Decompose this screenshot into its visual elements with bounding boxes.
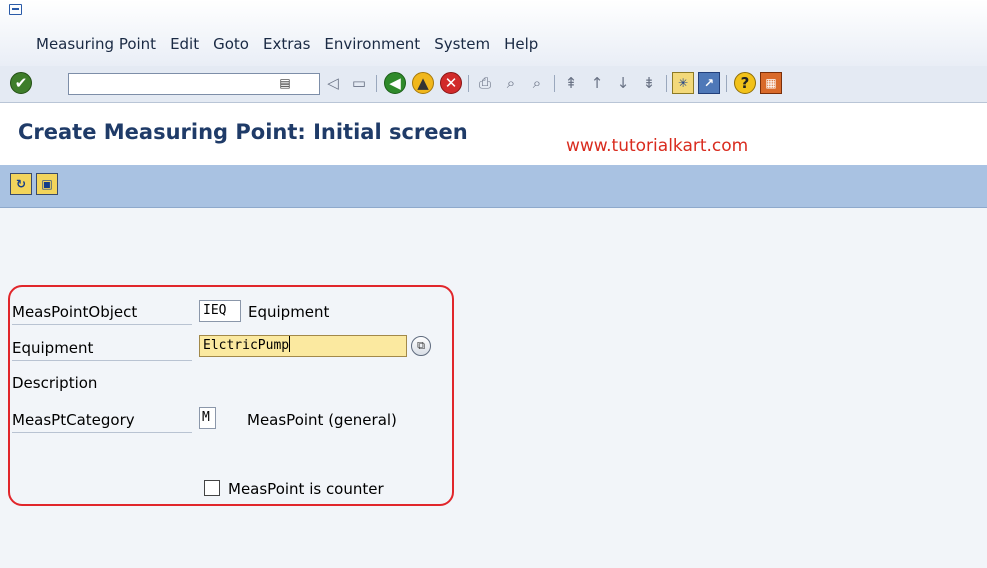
shortcut-icon[interactable]: ↗: [698, 72, 720, 94]
category-label: MeasPtCategory: [12, 408, 192, 433]
cancel-icon[interactable]: ✕: [440, 72, 462, 94]
save-icon[interactable]: ▭: [348, 72, 370, 94]
meas-point-object-field[interactable]: IEQ: [199, 300, 241, 322]
menu-goto[interactable]: Goto: [213, 35, 249, 57]
find-next-icon[interactable]: ⌕: [526, 72, 548, 94]
toolbar-separator: [468, 75, 469, 92]
category-text: MeasPoint (general): [247, 411, 397, 429]
menu-edit[interactable]: Edit: [170, 35, 199, 57]
help-icon[interactable]: ?: [734, 72, 756, 94]
counter-checkbox-label[interactable]: MeasPoint is counter: [228, 477, 384, 501]
first-page-icon[interactable]: ⇞: [560, 72, 582, 94]
menu-extras[interactable]: Extras: [263, 35, 310, 57]
command-history-icon[interactable]: ▤: [278, 75, 292, 91]
watermark: www.tutorialkart.com: [566, 136, 749, 156]
menu-measuring-point[interactable]: Measuring Point: [36, 35, 156, 57]
next-page-icon[interactable]: ↓: [612, 72, 634, 94]
equipment-field[interactable]: ElctricPump: [199, 335, 407, 357]
application-toolbar: ↻ ▣: [0, 165, 987, 208]
menu-help[interactable]: Help: [504, 35, 538, 57]
print-icon[interactable]: ⎙: [474, 72, 496, 94]
description-label: Description: [12, 374, 98, 392]
green-back-icon[interactable]: ◀: [384, 72, 406, 94]
toolbar-separator: [726, 75, 727, 92]
search-help-icon[interactable]: ⧉: [411, 336, 431, 356]
menu-bar: Measuring Point Edit Goto Extras Environ…: [36, 35, 538, 57]
toolbar-separator: [376, 75, 377, 92]
page-title: Create Measuring Point: Initial screen: [18, 120, 468, 144]
enter-icon[interactable]: ✔: [10, 72, 32, 94]
meas-point-object-text: Equipment: [248, 303, 330, 321]
menu-environment[interactable]: Environment: [324, 35, 420, 57]
last-page-icon[interactable]: ⇟: [638, 72, 660, 94]
category-field[interactable]: M: [199, 407, 216, 429]
title-bar: Create Measuring Point: Initial screen w…: [0, 103, 987, 165]
menu-bar-area: Measuring Point Edit Goto Extras Environ…: [0, 0, 987, 67]
standard-toolbar: ✔ ▤ ◁ ▭ ◀ ▲ ✕ ⎙ ⌕ ⌕ ⇞ ↑ ↓ ⇟ ✳ ↗ ? ▦: [0, 66, 987, 103]
text-cursor: [289, 336, 291, 352]
equipment-label: Equipment: [12, 336, 192, 361]
counter-checkbox[interactable]: [204, 480, 220, 496]
back-icon[interactable]: ◁: [322, 72, 344, 94]
toolbar-separator: [666, 75, 667, 92]
layout-icon[interactable]: ▦: [760, 72, 782, 94]
new-session-icon[interactable]: ✳: [672, 72, 694, 94]
create-reference-icon[interactable]: ▣: [36, 173, 58, 195]
menu-system[interactable]: System: [434, 35, 490, 57]
exit-icon[interactable]: ▲: [412, 72, 434, 94]
meas-point-object-label: MeasPointObject: [12, 300, 192, 325]
refresh-icon[interactable]: ↻: [10, 173, 32, 195]
system-menu-icon[interactable]: [9, 4, 22, 15]
toolbar-separator: [554, 75, 555, 92]
find-icon[interactable]: ⌕: [500, 72, 522, 94]
previous-page-icon[interactable]: ↑: [586, 72, 608, 94]
